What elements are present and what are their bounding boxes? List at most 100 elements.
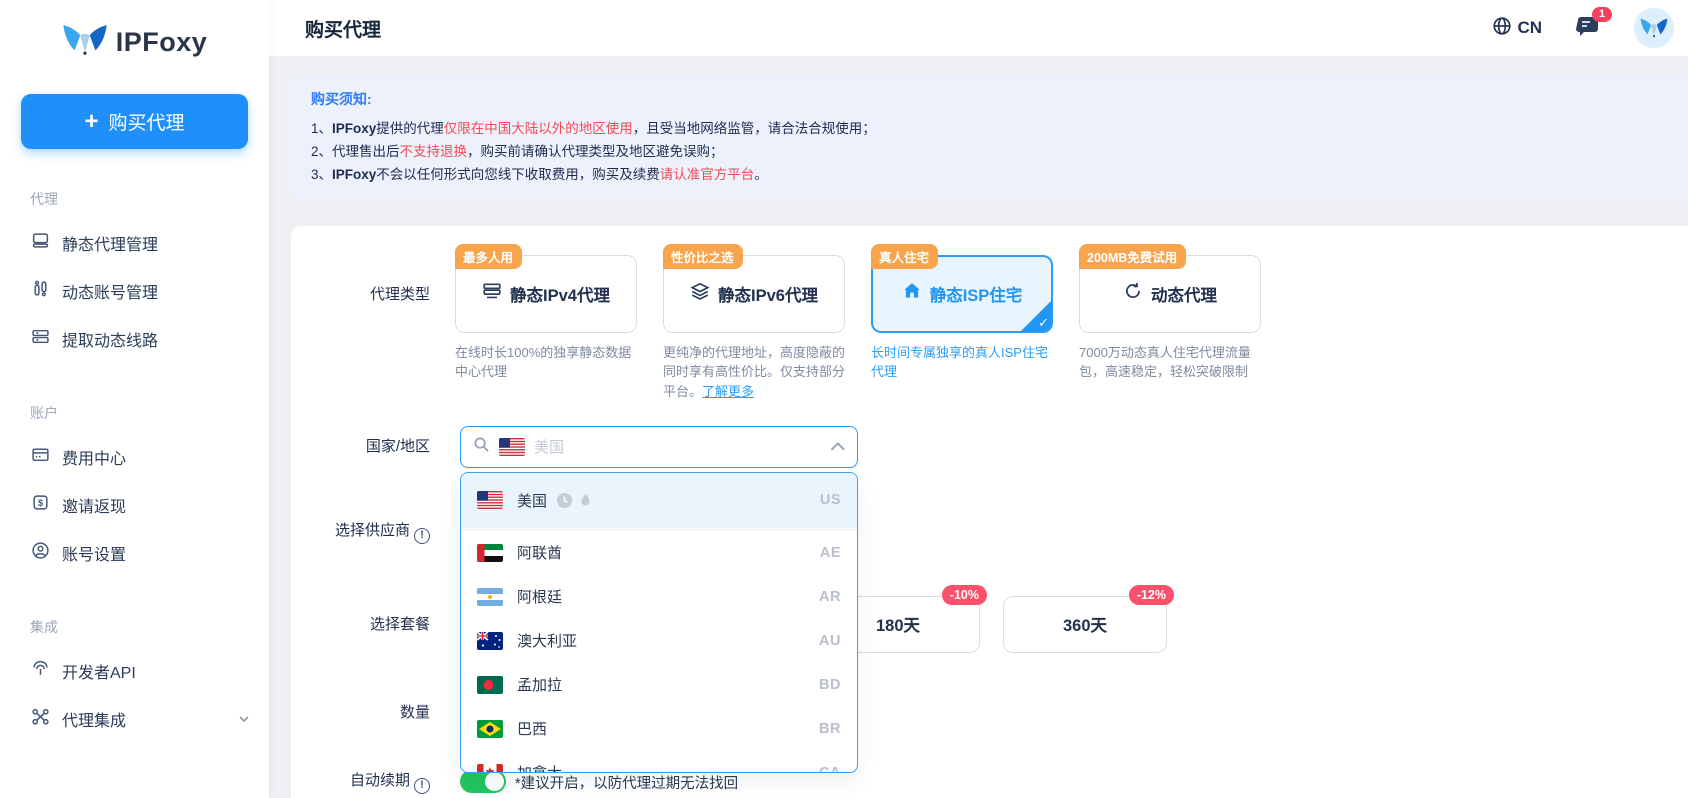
notice-title: 购买须知: bbox=[311, 91, 372, 107]
flag-us-icon bbox=[477, 491, 503, 510]
nav-section-integration-label: 集成 bbox=[30, 619, 58, 635]
quantity-label: 数量 bbox=[399, 703, 430, 721]
card-badge: 最多人用 bbox=[455, 243, 523, 269]
sidebar-item-label: 提取动态线路 bbox=[62, 333, 159, 350]
notice-line-1: 1、IPFoxy提供的代理仅限在中国大陆以外的地区使用，且受当地网络监管，请合法… bbox=[311, 121, 876, 136]
toggle-knob bbox=[485, 771, 504, 791]
country-name: 澳大利亚 bbox=[517, 633, 578, 651]
sidebar-item-label: 费用中心 bbox=[62, 451, 127, 468]
sidebar-item-developer-api[interactable]: 开发者API bbox=[0, 647, 269, 695]
sidebar-item-proxy-integration[interactable]: 代理集成 bbox=[0, 695, 269, 743]
sidebar-item-referral-cashback[interactable]: $ 邀请返现 bbox=[0, 481, 269, 529]
plan-label: 选择套餐 bbox=[369, 615, 430, 633]
country-name: 阿联酋 bbox=[517, 545, 563, 563]
country-select-input[interactable]: 美国 bbox=[460, 425, 858, 468]
topbar: 购买代理 CN 1 bbox=[269, 0, 1688, 57]
search-icon bbox=[473, 436, 490, 458]
country-option-ca[interactable]: 加拿大 CA bbox=[461, 751, 857, 772]
layers-icon bbox=[690, 281, 710, 306]
nav-section-proxy: 代理 静态代理管理 动态账号管理 提取动态线路 bbox=[0, 189, 269, 363]
info-icon[interactable]: ! bbox=[414, 527, 430, 544]
sidebar-item-label: 代理集成 bbox=[62, 713, 127, 730]
chevron-up-icon bbox=[830, 441, 845, 456]
card-badge: 真人住宅 bbox=[871, 243, 939, 269]
country-code: US bbox=[819, 492, 841, 509]
sidebar-item-label: 静态代理管理 bbox=[62, 237, 159, 254]
avatar-fox-icon bbox=[1640, 18, 1668, 38]
plan-name: 360天 bbox=[1062, 617, 1108, 636]
proxy-type-card-ipv4: 最多人用 静态IPv4代理 在线时长100%的独享静态数据中心代理 bbox=[455, 243, 637, 382]
integration-nodes-icon bbox=[31, 707, 50, 731]
topbar-right: CN 1 bbox=[1492, 6, 1674, 48]
country-option-ae[interactable]: 阿联酋 AE bbox=[461, 531, 857, 575]
messages-button[interactable]: 1 bbox=[1576, 6, 1612, 42]
credit-card-icon bbox=[31, 445, 50, 469]
supplier-label: 选择供应商! bbox=[291, 520, 430, 544]
country-name: 孟加拉 bbox=[517, 677, 563, 695]
sidebar-item-label: 动态账号管理 bbox=[62, 285, 159, 302]
flame-icon bbox=[581, 492, 590, 506]
country-option-br[interactable]: 巴西 BR bbox=[461, 707, 857, 751]
card-badge: 200MB免费试用 bbox=[1079, 243, 1187, 269]
server-stack-icon bbox=[482, 281, 502, 306]
card-badge: 性价比之选 bbox=[663, 243, 743, 269]
country-name: 阿根廷 bbox=[517, 589, 563, 607]
sidebar-item-extract-dynamic-lines[interactable]: 提取动态线路 bbox=[0, 315, 269, 363]
info-icon[interactable]: ! bbox=[414, 777, 430, 794]
clock-icon bbox=[556, 492, 573, 508]
sidebar-item-static-proxy-management[interactable]: 静态代理管理 bbox=[0, 219, 269, 267]
country-code: AU bbox=[819, 632, 841, 649]
flag-ae-icon bbox=[477, 543, 503, 562]
nav-section-account: 账户 费用中心 $ 邀请返现 账号设置 bbox=[0, 403, 269, 577]
ipfoxy-fox-icon bbox=[62, 24, 108, 61]
divider bbox=[461, 528, 857, 530]
buy-proxy-button[interactable]: + 购买代理 bbox=[21, 94, 248, 149]
monitor-icon bbox=[31, 231, 50, 255]
card-title: 动态代理 bbox=[1151, 286, 1217, 305]
sidebar-item-billing-center[interactable]: 费用中心 bbox=[0, 433, 269, 481]
purchase-form-panel: 代理类型 最多人用 静态IPv4代理 在线时长100%的独享静态数据中心代理 性… bbox=[291, 225, 1688, 798]
page-title: 购买代理 bbox=[305, 19, 382, 41]
country-name: 美国 bbox=[517, 492, 548, 510]
country-option-au[interactable]: 澳大利亚 AU bbox=[461, 619, 857, 663]
app-root: IPFoxy + 购买代理 代理 静态代理管理 动态账号管理 提取动态线路 账户… bbox=[0, 0, 1688, 798]
card-title: 静态IPv6代理 bbox=[718, 286, 818, 305]
refresh-icon bbox=[1123, 281, 1143, 306]
country-name: 巴西 bbox=[517, 721, 548, 739]
card-description: 更纯净的代理地址，高度隐蔽的同时享有高性价比。仅支持部分平台。了解更多 bbox=[663, 344, 846, 399]
card-description: 在线时长100%的独享静态数据中心代理 bbox=[455, 344, 632, 380]
country-option-us[interactable]: 美国 US bbox=[461, 472, 857, 528]
notification-badge: 1 bbox=[1592, 6, 1612, 22]
country-option-ar[interactable]: 阿根廷 AR bbox=[461, 575, 857, 619]
auto-renew-label: 自动续期! bbox=[291, 770, 430, 794]
sidebar: IPFoxy + 购买代理 代理 静态代理管理 动态账号管理 提取动态线路 账户… bbox=[0, 0, 269, 798]
language-switcher[interactable]: CN bbox=[1492, 16, 1542, 41]
sidebar-item-label: 开发者API bbox=[62, 665, 136, 682]
country-label: 国家/地区 bbox=[365, 437, 430, 455]
nav-section-integration: 集成 开发者API 代理集成 bbox=[0, 617, 269, 743]
purchase-notice: 购买须知: 1、IPFoxy提供的代理仅限在中国大陆以外的地区使用，且受当地网络… bbox=[291, 76, 1688, 199]
plus-icon: + bbox=[84, 107, 99, 135]
sidebar-item-dynamic-account-management[interactable]: 动态账号管理 bbox=[0, 267, 269, 315]
notice-line-3: 3、IPFoxy不会以任何形式向您线下收取费用，购买及续费请认准官方平台。 bbox=[311, 167, 768, 183]
language-label: CN bbox=[1517, 18, 1542, 37]
proxy-type-card-isp: 真人住宅 静态ISP住宅 ✓ 长时间专属独享的真人ISP住宅代理 bbox=[871, 243, 1053, 382]
proxy-type-label: 代理类型 bbox=[369, 285, 430, 303]
chat-icon bbox=[1576, 16, 1600, 41]
country-code: AR bbox=[819, 588, 841, 605]
auto-renew-toggle[interactable] bbox=[460, 769, 506, 793]
fingerprint-icon bbox=[31, 659, 50, 683]
avatar[interactable] bbox=[1634, 8, 1674, 48]
globe-icon bbox=[1492, 16, 1512, 41]
discount-badge: -12% bbox=[1128, 584, 1174, 605]
plan-option-360[interactable]: 360天 -12% bbox=[1003, 584, 1174, 653]
country-name: 加拿大 bbox=[517, 762, 562, 772]
svg-text:$: $ bbox=[38, 498, 43, 508]
learn-more-link[interactable]: 了解更多 bbox=[702, 384, 754, 399]
chevron-down-icon[interactable] bbox=[237, 712, 251, 731]
card-description: 长时间专属独享的真人ISP住宅代理 bbox=[871, 344, 1048, 380]
content: 购买须知: 1、IPFoxy提供的代理仅限在中国大陆以外的地区使用，且受当地网络… bbox=[269, 57, 1688, 798]
country-option-bd[interactable]: 孟加拉 BD bbox=[461, 663, 857, 707]
card-title: 静态IPv4代理 bbox=[510, 286, 610, 305]
sidebar-item-account-settings[interactable]: 账号设置 bbox=[0, 529, 269, 577]
